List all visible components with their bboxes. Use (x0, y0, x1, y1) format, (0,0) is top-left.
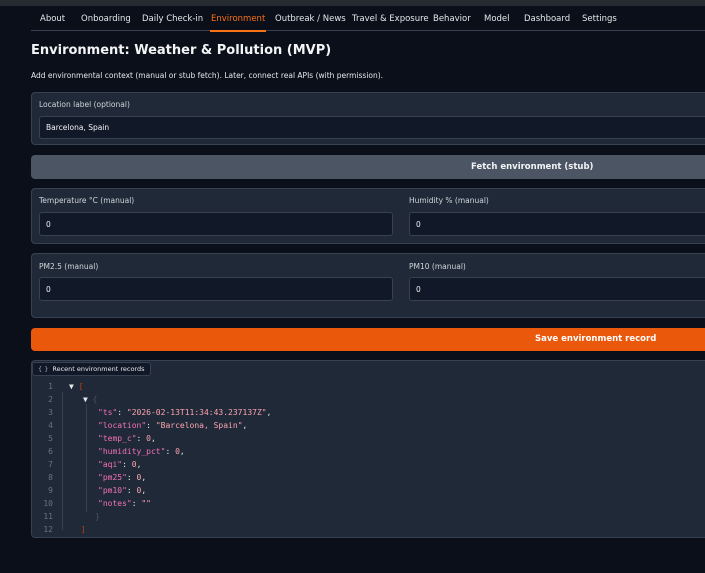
json-key: "pm10" (98, 486, 127, 495)
tab-daily-check-in[interactable]: Daily Check-in (142, 8, 203, 31)
json-key: "pm25" (98, 473, 127, 482)
line-number: 11 (43, 512, 53, 521)
code-line: "temp_c": 0, (98, 434, 156, 443)
json-key: "humidity_pct" (98, 447, 166, 456)
window-top-bar (0, 0, 705, 6)
line-number: 5 (48, 434, 53, 443)
page-description: Add environmental context (manual or stu… (31, 71, 384, 80)
line-number: 1 (48, 382, 53, 391)
humidity-label: Humidity % (manual) (409, 196, 489, 205)
code-line: "humidity_pct": 0, (98, 447, 185, 456)
code-line: ▼ [ (69, 382, 83, 391)
json-bracket: [ (78, 382, 84, 391)
code-line: "aqi": 0, (98, 460, 142, 469)
code-line: "pm25": 0, (98, 473, 147, 482)
records-label-chip: { } Recent environment records (32, 362, 151, 376)
pm25-input[interactable]: 0 (39, 277, 393, 301)
line-number: 3 (48, 408, 53, 417)
code-line: ▼ { (83, 395, 97, 404)
code-line: "location": "Barcelona, Spain", (98, 421, 248, 430)
json-icon: { } (38, 365, 49, 373)
location-label: Location label (optional) (39, 100, 130, 109)
location-input-value: Barcelona, Spain (46, 123, 110, 132)
code-line: "pm10": 0, (98, 486, 147, 495)
line-number: 10 (43, 499, 53, 508)
tab-settings[interactable]: Settings (582, 8, 617, 31)
code-line: "notes": "" (98, 499, 151, 508)
pm10-label: PM10 (manual) (409, 262, 466, 271)
line-number: 12 (43, 525, 53, 534)
page-title: Environment: Weather & Pollution (MVP) (31, 43, 332, 58)
json-brace: } (95, 512, 100, 521)
json-bracket: ] (81, 525, 86, 534)
line-number: 7 (48, 460, 53, 469)
collapse-arrow-icon[interactable]: ▼ (83, 395, 88, 404)
location-input[interactable]: Barcelona, Spain (39, 116, 705, 139)
json-value: "2026-02-13T11:34:43.237137Z" (126, 408, 267, 417)
line-number: 6 (48, 447, 53, 456)
tab-dashboard[interactable]: Dashboard (524, 8, 570, 31)
code-line: } (95, 512, 100, 521)
pm25-label: PM2.5 (manual) (39, 262, 99, 271)
tab-environment[interactable]: Environment (209, 8, 267, 32)
humidity-input-value: 0 (416, 219, 421, 229)
temperature-label: Temperature °C (manual) (39, 196, 135, 205)
temperature-input-value: 0 (46, 219, 51, 229)
tab-bar: About Onboarding Daily Check-in Environm… (31, 8, 705, 32)
line-number: 9 (48, 486, 53, 495)
collapse-arrow-icon[interactable]: ▼ (69, 382, 74, 391)
json-key: "ts" (98, 408, 118, 417)
tab-onboarding[interactable]: Onboarding (81, 8, 131, 31)
json-value: "" (141, 499, 151, 508)
tab-behavior[interactable]: Behavior (433, 8, 471, 31)
records-label: Recent environment records (52, 365, 145, 373)
tab-outbreak-news[interactable]: Outbreak / News (275, 8, 346, 31)
pm10-input[interactable]: 0 (409, 277, 705, 301)
json-brace: { (92, 395, 98, 404)
save-environment-button[interactable]: Save environment record (31, 328, 705, 351)
code-line: "ts": "2026-02-13T11:34:43.237137Z", (98, 408, 272, 417)
json-value: "Barcelona, Spain" (155, 421, 243, 430)
code-line: ] (81, 525, 86, 534)
humidity-input[interactable]: 0 (409, 212, 705, 236)
tab-about[interactable]: About (40, 8, 65, 31)
tab-model[interactable]: Model (484, 8, 510, 31)
pm10-input-value: 0 (416, 284, 421, 294)
line-number: 8 (48, 473, 53, 482)
indent-guide (62, 392, 63, 530)
json-key: "location" (98, 421, 147, 430)
json-key: "aqi" (98, 460, 123, 469)
json-key: "notes" (98, 499, 132, 508)
tab-travel-exposure[interactable]: Travel & Exposure (352, 8, 429, 31)
fetch-environment-button[interactable]: Fetch environment (stub) (31, 155, 705, 179)
pm25-input-value: 0 (46, 284, 51, 294)
line-number: 4 (48, 421, 53, 430)
line-number: 2 (48, 395, 53, 404)
json-key: "temp_c" (98, 434, 137, 443)
indent-guide-inner (86, 404, 87, 512)
temperature-input[interactable]: 0 (39, 212, 393, 236)
